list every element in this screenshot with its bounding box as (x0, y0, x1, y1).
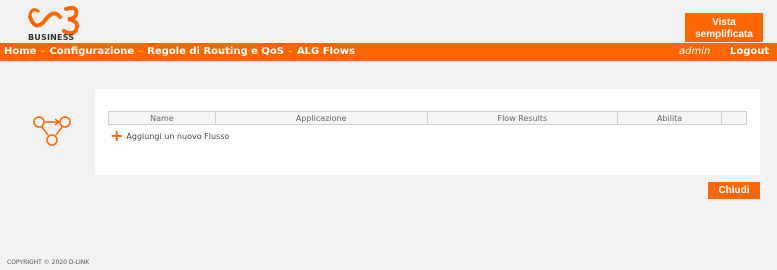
close-button[interactable]: Chiudi (708, 182, 760, 199)
column-name: Name (108, 111, 216, 125)
breadcrumb-separator: – (138, 46, 144, 57)
column-actions (721, 111, 747, 125)
alg-flows-table: Name Applicazione Flow Results Abilita (108, 111, 747, 125)
add-flow-link[interactable]: + Aggiungi un nuovo Flusso (110, 126, 230, 145)
header: BUSINESS Vista semplificata (0, 0, 777, 43)
breadcrumb-separator: – (287, 46, 293, 57)
add-flow-label: Aggiungi un nuovo Flusso (126, 131, 230, 141)
simple-view-label-1: Vista (712, 17, 736, 28)
breadcrumb-routing-qos[interactable]: Regole di Routing e QoS (147, 46, 284, 57)
brand-name: BUSINESS (28, 33, 75, 42)
breadcrumb-separator: – (40, 46, 46, 57)
plus-icon: + (110, 126, 124, 145)
alg-flows-panel: Name Applicazione Flow Results Abilita +… (95, 89, 760, 175)
simple-view-label-2: semplificata (695, 29, 753, 40)
breadcrumb-home[interactable]: Home (4, 46, 36, 57)
navbar: Home – Configurazione – Regole di Routin… (0, 43, 777, 61)
breadcrumb-alg-flows: ALG Flows (296, 46, 356, 57)
current-user: admin (679, 46, 711, 57)
logout-link[interactable]: Logout (730, 46, 769, 57)
breadcrumb-configurazione[interactable]: Configurazione (49, 46, 134, 57)
column-flow-results: Flow Results (426, 111, 619, 125)
table-header-row: Name Applicazione Flow Results Abilita (108, 111, 747, 125)
copyright: COPYRIGHT © 2020 D-LINK (7, 259, 90, 266)
column-applicazione: Applicazione (214, 111, 428, 125)
column-abilita: Abilita (617, 111, 723, 125)
alg-flow-icon (33, 116, 71, 146)
simple-view-button[interactable]: Vista semplificata (685, 13, 763, 42)
breadcrumb: Home – Configurazione – Regole di Routin… (4, 46, 355, 57)
